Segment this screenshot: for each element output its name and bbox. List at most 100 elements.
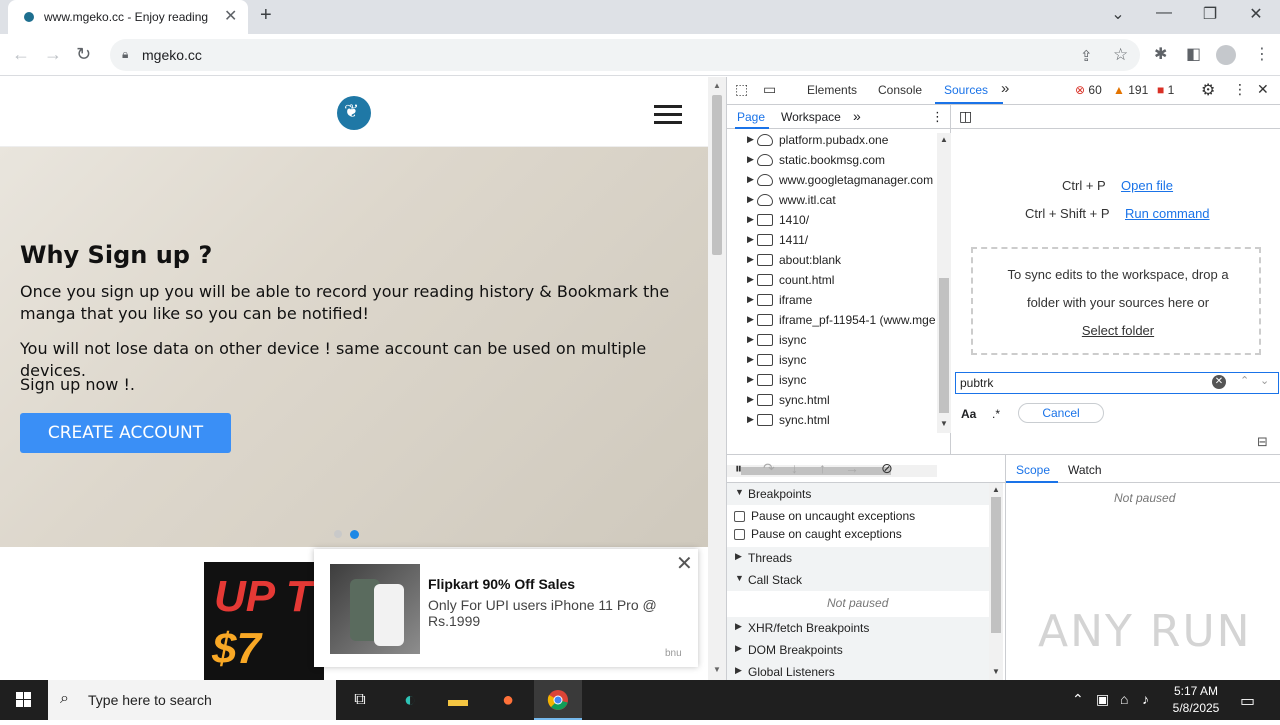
toggle-navigator-icon[interactable]: ◫ xyxy=(959,108,972,125)
xhr-breakpoints-section[interactable]: ▶ XHR/fetch Breakpoints xyxy=(727,617,989,639)
error-count[interactable]: ⊗ 60 xyxy=(1075,83,1102,97)
tree-item[interactable]: ▶ about:blank xyxy=(727,251,937,271)
ad-close-icon[interactable]: ✕ xyxy=(676,551,693,576)
browser-tab[interactable]: www.mgeko.cc - Enjoy reading ✕ xyxy=(8,0,248,34)
tree-item[interactable]: ▶ sync.html xyxy=(727,411,937,431)
tab-watch[interactable]: Watch xyxy=(1068,463,1102,477)
debugger-scroll-thumb[interactable] xyxy=(991,497,1001,633)
ad-popup[interactable]: Flipkart 90% Off Sales Only For UPI user… xyxy=(314,549,698,667)
minimize-button[interactable]: — xyxy=(1144,4,1184,22)
volume-icon[interactable]: ♪ xyxy=(1142,691,1149,707)
carousel-dot-2[interactable] xyxy=(350,530,359,539)
tree-scrollbar[interactable]: ▲ ▼ xyxy=(937,133,951,433)
tree-expand-arrow-icon[interactable]: ▶ xyxy=(747,414,754,425)
chrome-icon[interactable] xyxy=(534,680,582,720)
tree-expand-arrow-icon[interactable]: ▶ xyxy=(747,194,754,205)
step-icon[interactable]: → xyxy=(845,460,859,476)
pause-icon[interactable]: ⏸ xyxy=(735,460,742,477)
tree-item[interactable]: ▶ isync xyxy=(727,331,937,351)
devtools-menu-icon[interactable]: ⋮ xyxy=(1233,81,1247,98)
side-panel-icon[interactable]: ◧ xyxy=(1186,44,1201,64)
page-scroll-thumb[interactable] xyxy=(712,95,722,255)
workspace-dropzone[interactable]: To sync edits to the workspace, drop a f… xyxy=(971,247,1261,355)
reload-icon[interactable]: ↻ xyxy=(76,44,91,65)
dbg-scroll-up-icon[interactable]: ▲ xyxy=(992,485,1000,494)
clear-search-icon[interactable]: ✕ xyxy=(1212,375,1226,389)
tree-item[interactable]: ▶ static.bookmsg.com xyxy=(727,151,937,171)
more-tabs-icon[interactable]: » xyxy=(1001,80,1009,97)
bookmark-star-icon[interactable]: ☆ xyxy=(1113,45,1128,65)
tree-expand-arrow-icon[interactable]: ▶ xyxy=(747,294,754,305)
select-folder-link[interactable]: Select folder xyxy=(973,323,1263,338)
pause-caught-checkbox[interactable] xyxy=(734,529,745,540)
page-scrollbar[interactable]: ▲ ▼ xyxy=(708,77,726,680)
tree-expand-arrow-icon[interactable]: ▶ xyxy=(747,374,754,385)
settings-gear-icon[interactable]: ⚙ xyxy=(1201,80,1215,100)
tree-item[interactable]: ▶ isync xyxy=(727,371,937,391)
tree-expand-arrow-icon[interactable]: ▶ xyxy=(747,354,754,365)
tree-scroll-thumb[interactable] xyxy=(939,278,949,413)
search-next-icon[interactable]: ⌄ xyxy=(1260,374,1269,387)
tree-expand-arrow-icon[interactable]: ▶ xyxy=(747,154,754,165)
tab-console[interactable]: Console xyxy=(878,83,922,97)
pause-uncaught-checkbox[interactable] xyxy=(734,511,745,522)
firefox-icon[interactable]: ● xyxy=(484,680,532,720)
open-file-link[interactable]: Open file xyxy=(1121,178,1173,193)
warning-count[interactable]: ▲ 191 xyxy=(1113,83,1148,97)
tab-search-icon[interactable]: ⌄ xyxy=(1098,4,1138,24)
taskbar-search[interactable]: ⌕ Type here to search xyxy=(48,680,336,720)
tree-item[interactable]: ▶ isync xyxy=(727,351,937,371)
tree-expand-arrow-icon[interactable]: ▶ xyxy=(747,214,754,225)
run-command-link[interactable]: Run command xyxy=(1125,206,1210,221)
restore-button[interactable]: ❐ xyxy=(1190,4,1230,24)
start-button[interactable] xyxy=(0,680,48,720)
task-view-icon[interactable]: ⧉ xyxy=(336,680,384,720)
tree-item[interactable]: ▶ iframe_pf-11954-1 (www.mge xyxy=(727,311,937,331)
lock-icon[interactable]: 🔒︎ xyxy=(122,47,128,62)
dom-breakpoints-section[interactable]: ▶ DOM Breakpoints xyxy=(727,639,989,661)
tree-expand-arrow-icon[interactable]: ▶ xyxy=(747,314,754,325)
scroll-down-icon[interactable]: ▼ xyxy=(713,665,721,674)
dbg-scroll-down-icon[interactable]: ▼ xyxy=(992,667,1000,676)
nav-menu-icon[interactable]: ⋮ xyxy=(931,109,944,125)
create-account-button[interactable]: CREATE ACCOUNT xyxy=(20,413,231,453)
file-explorer-icon[interactable]: ▬ xyxy=(434,680,482,720)
address-bar[interactable]: 🔒︎ mgeko.cc ⇪ ☆ xyxy=(110,39,1140,71)
new-tab-button[interactable]: + xyxy=(260,4,272,27)
tree-item[interactable]: ▶ platform.pubadx.one xyxy=(727,131,937,151)
tray-device-icon[interactable]: ▣ xyxy=(1096,691,1109,708)
taskbar-clock[interactable]: 5:17 AM 5/8/2025 xyxy=(1156,683,1236,717)
issue-count[interactable]: ■ 1 xyxy=(1157,83,1174,97)
step-out-icon[interactable]: ↑ xyxy=(819,460,826,476)
device-toolbar-icon[interactable]: ▭ xyxy=(763,81,776,98)
show-drawer-icon[interactable]: ⊟ xyxy=(1257,434,1268,450)
tree-item[interactable]: ▶ iframe xyxy=(727,291,937,311)
profile-avatar[interactable] xyxy=(1216,45,1236,65)
tree-expand-arrow-icon[interactable]: ▶ xyxy=(747,174,754,185)
step-into-icon[interactable]: ↓ xyxy=(791,460,798,476)
tree-expand-arrow-icon[interactable]: ▶ xyxy=(747,334,754,345)
deactivate-breakpoints-icon[interactable]: ⊘ xyxy=(881,460,893,477)
tree-scroll-down-icon[interactable]: ▼ xyxy=(940,419,948,428)
search-cancel-button[interactable]: Cancel xyxy=(1018,403,1104,423)
tab-sources[interactable]: Sources xyxy=(944,83,988,97)
forward-arrow-icon[interactable]: → xyxy=(44,44,62,65)
menu-kebab-icon[interactable]: ⋮ xyxy=(1254,44,1270,64)
nav-tab-page[interactable]: Page xyxy=(737,110,765,124)
tree-scroll-up-icon[interactable]: ▲ xyxy=(940,135,948,144)
network-icon[interactable]: ⌂ xyxy=(1120,691,1128,707)
search-input[interactable]: pubtrk ✕ ⌃ ⌄ xyxy=(955,372,1279,394)
tree-item[interactable]: ▶ www.googletagmanager.com xyxy=(727,171,937,191)
share-icon[interactable]: ⇪ xyxy=(1080,47,1093,65)
nav-tab-workspace[interactable]: Workspace xyxy=(781,110,841,124)
tree-expand-arrow-icon[interactable]: ▶ xyxy=(747,394,754,405)
regex-toggle[interactable]: .* xyxy=(992,407,1000,421)
back-arrow-icon[interactable]: ← xyxy=(12,44,30,65)
tab-scope[interactable]: Scope xyxy=(1016,463,1050,477)
tree-item[interactable]: ▶ 1410/ xyxy=(727,211,937,231)
inspect-element-icon[interactable]: ⬚ xyxy=(735,81,748,98)
tree-item[interactable]: ▶ 1411/ xyxy=(727,231,937,251)
tree-expand-arrow-icon[interactable]: ▶ xyxy=(747,234,754,245)
tray-chevron-icon[interactable]: ⌃ xyxy=(1072,691,1084,708)
call-stack-section[interactable]: ▼ Call Stack xyxy=(727,569,989,591)
